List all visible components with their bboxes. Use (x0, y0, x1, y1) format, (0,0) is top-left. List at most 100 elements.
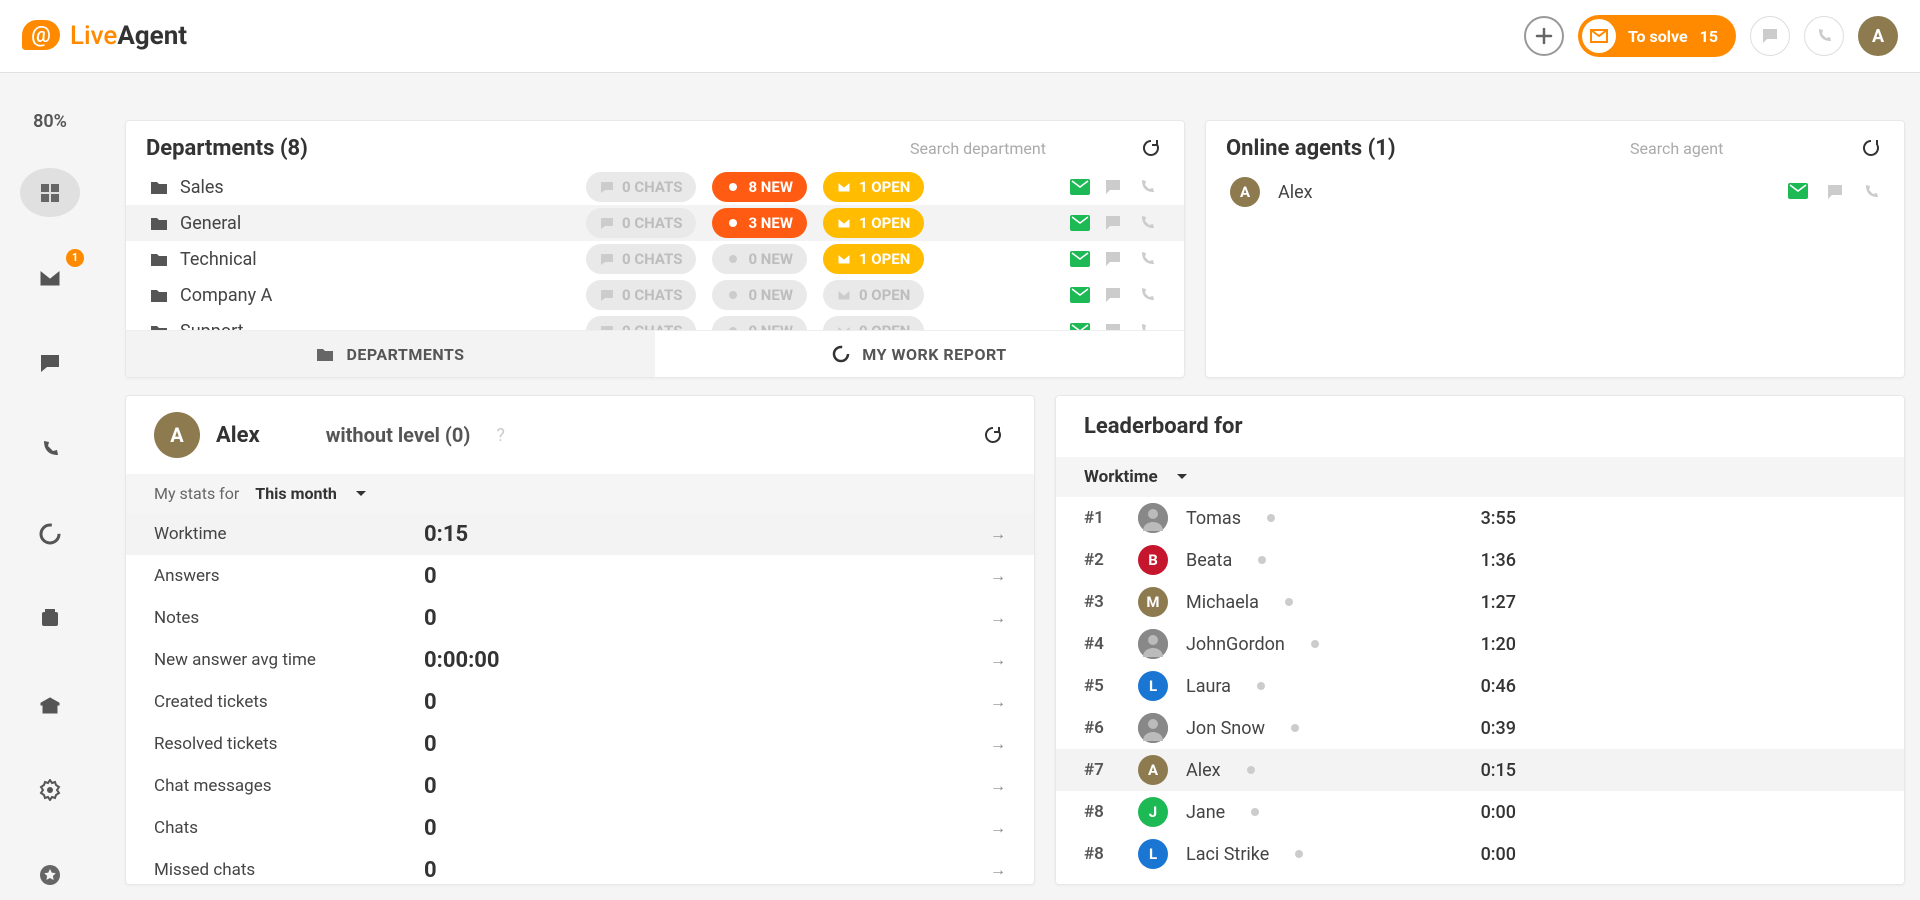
leaderboard-panel: Leaderboard for Worktime #1 Tomas 3:55 #… (1055, 395, 1905, 885)
sidebar-item-contacts[interactable] (20, 595, 80, 644)
new-pill: 3 NEW (712, 208, 806, 238)
department-row[interactable]: Sales 0 CHATS 8 NEW 1 OPEN (126, 169, 1184, 205)
department-name: Sales (180, 177, 224, 198)
agents-refresh-button[interactable] (1858, 135, 1884, 161)
online-agents-title: Online agents (1) (1226, 136, 1630, 161)
add-button[interactable] (1524, 16, 1564, 56)
open-pill: 1 OPEN (823, 172, 924, 202)
departments-refresh-button[interactable] (1138, 135, 1164, 161)
leaderboard-row[interactable]: #8 L Laci Strike 0:00 (1056, 833, 1904, 875)
refresh-icon (983, 425, 1003, 445)
stats-refresh-button[interactable] (980, 422, 1006, 448)
refresh-icon (1861, 138, 1881, 158)
chats-pill: 0 CHATS (586, 316, 696, 330)
leaderboard-name: Beata (1186, 550, 1232, 571)
department-search-input[interactable] (910, 139, 1120, 158)
leaderboard-metric-dropdown[interactable]: Worktime (1084, 467, 1188, 487)
department-row[interactable]: General 0 CHATS 3 NEW 1 OPEN (126, 205, 1184, 241)
leaderboard-rank: #2 (1084, 550, 1120, 570)
leaderboard-avatar: L (1138, 671, 1168, 701)
leaderboard-avatar (1138, 713, 1168, 743)
stat-row[interactable]: New answer avg time 0:00:00 → (126, 639, 1034, 681)
departments-title: Departments (8) (146, 136, 910, 161)
new-pill: 8 NEW (712, 172, 806, 202)
arrow-right-icon: → (990, 524, 1006, 544)
arrow-right-icon: → (990, 818, 1006, 838)
new-pill: 0 NEW (712, 280, 806, 310)
arrow-right-icon: → (990, 608, 1006, 628)
help-icon[interactable]: ? (496, 425, 505, 446)
leaderboard-name: Michaela (1186, 592, 1259, 613)
arrow-right-icon: → (990, 734, 1006, 754)
leaderboard-row[interactable]: #7 A Alex 0:15 (1056, 749, 1904, 791)
leaderboard-title: Leaderboard for (1056, 396, 1904, 457)
leaderboard-rank: #3 (1084, 592, 1120, 612)
chat-icon-button[interactable] (1750, 16, 1790, 56)
phone-icon (40, 439, 60, 459)
agent-search-input[interactable] (1630, 139, 1840, 158)
leaderboard-rank: #4 (1084, 634, 1120, 654)
department-row[interactable]: Support 0 CHATS 0 NEW 0 OPEN (126, 313, 1184, 330)
stat-row[interactable]: Worktime 0:15 → (126, 513, 1034, 555)
mail-status-icon (1070, 287, 1092, 303)
user-avatar[interactable]: A (1858, 16, 1898, 56)
tab-mywork-label: MY WORK REPORT (862, 345, 1006, 364)
leaderboard-row[interactable]: #4 JohnGordon 1:20 (1056, 623, 1904, 665)
stat-row[interactable]: Created tickets 0 → (126, 681, 1034, 723)
leaderboard-time: 0:00 (1481, 844, 1516, 865)
sidebar-item-mail[interactable]: 1 (20, 253, 80, 302)
open-pill: 1 OPEN (823, 244, 924, 274)
stat-value: 0 (424, 774, 990, 799)
leaderboard-row[interactable]: #3 M Michaela 1:27 (1056, 581, 1904, 623)
online-agents-panel: Online agents (1) A Alex (1205, 120, 1905, 378)
stat-label: Created tickets (154, 692, 424, 712)
phone-icon-button[interactable] (1804, 16, 1844, 56)
department-row[interactable]: Company A 0 CHATS 0 NEW 0 OPEN (126, 277, 1184, 313)
sidebar-item-star[interactable] (20, 851, 80, 900)
logo[interactable]: @ LiveAgent (22, 20, 187, 52)
department-row[interactable]: Technical 0 CHATS 0 NEW 1 OPEN (126, 241, 1184, 277)
agent-row[interactable]: A Alex (1206, 169, 1904, 215)
agent-name: Alex (1278, 182, 1770, 203)
sidebar-item-phone[interactable] (20, 424, 80, 473)
activity-icon (39, 523, 61, 545)
sidebar-item-settings[interactable] (20, 765, 80, 814)
leaderboard-row[interactable]: #6 Jon Snow 0:39 (1056, 707, 1904, 749)
stats-period-dropdown[interactable]: This month (255, 484, 367, 503)
sidebar-item-kb[interactable] (20, 680, 80, 729)
sidebar-item-dashboard[interactable] (20, 168, 80, 217)
leaderboard-rank: #8 (1084, 844, 1120, 864)
leaderboard-row[interactable]: #5 L Laura 0:46 (1056, 665, 1904, 707)
leaderboard-row[interactable]: #1 Tomas 3:55 (1056, 497, 1904, 539)
sidebar: 80% 1 (0, 73, 100, 900)
new-pill: 0 NEW (712, 244, 806, 274)
chat-status-icon (1104, 322, 1126, 330)
status-dot-icon (1257, 682, 1265, 690)
tab-mywork[interactable]: MY WORK REPORT (655, 331, 1184, 377)
leaderboard-row[interactable]: #8 J Jane 0:00 (1056, 791, 1904, 833)
stat-row[interactable]: Missed chats 0 → (126, 849, 1034, 891)
tab-departments[interactable]: DEPARTMENTS (126, 331, 655, 377)
stat-row[interactable]: Resolved tickets 0 → (126, 723, 1034, 765)
leaderboard-avatar (1138, 503, 1168, 533)
status-dot-icon (1285, 598, 1293, 606)
leaderboard-row[interactable]: #2 B Beata 1:36 (1056, 539, 1904, 581)
gear-icon (39, 779, 61, 801)
folder-icon (150, 216, 168, 231)
stat-row[interactable]: Chat messages 0 → (126, 765, 1034, 807)
chat-status-icon (1104, 250, 1126, 268)
chats-pill: 0 CHATS (586, 244, 696, 274)
arrow-right-icon: → (990, 776, 1006, 796)
sidebar-item-chat[interactable] (20, 339, 80, 388)
to-solve-button[interactable]: To solve 15 (1578, 15, 1736, 57)
status-dot-icon (1311, 640, 1319, 648)
stat-row[interactable]: Answers 0 → (126, 555, 1034, 597)
open-pill: 0 OPEN (823, 316, 924, 330)
leaderboard-time: 1:36 (1481, 550, 1516, 571)
stat-row[interactable]: Notes 0 → (126, 597, 1034, 639)
sidebar-item-activity[interactable] (20, 509, 80, 558)
top-actions: To solve 15 A (1524, 15, 1898, 57)
stat-row[interactable]: Chats 0 → (126, 807, 1034, 849)
new-pill: 0 NEW (712, 316, 806, 330)
chat-status-icon (1104, 214, 1126, 232)
